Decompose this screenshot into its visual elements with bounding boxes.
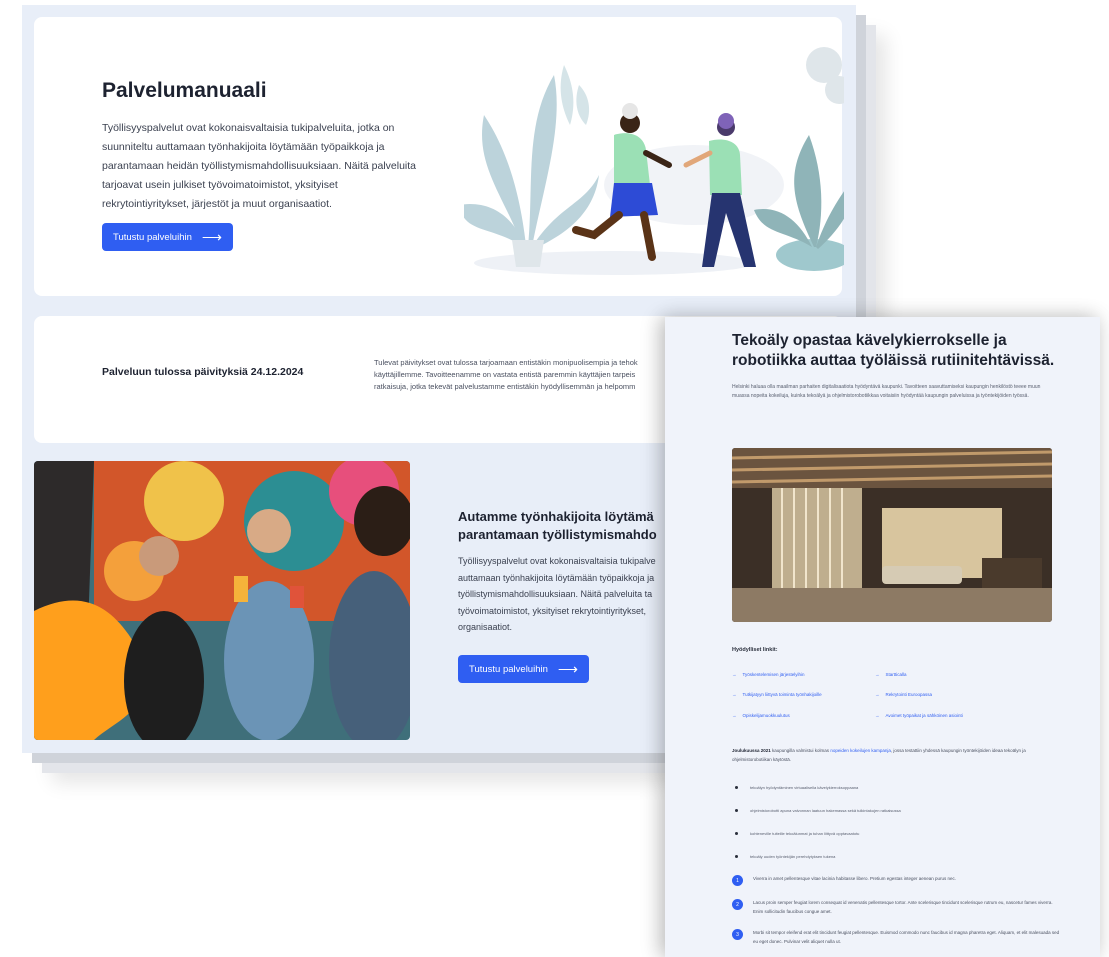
update-title: Palveluun tulossa päivityksiä 24.12.2024 <box>102 366 304 378</box>
arrow-right-icon: → <box>732 692 737 697</box>
list-item: kohteneville tuiteille tekoälunmat ja tu… <box>735 831 859 836</box>
help-section-description: Työllisyyspalvelut ovat kokonaisvaltaisi… <box>458 556 656 632</box>
article-page-screenshot: Tekoäly opastaa kävelykierrokselle ja ro… <box>665 317 1100 957</box>
arrow-right-icon: → <box>732 672 737 677</box>
article-title: Tekoäly opastaa kävelykierrokselle ja ro… <box>732 332 1055 369</box>
article-paragraph: Joulukuussa 2021 kaupungilla valmistui k… <box>732 748 1026 762</box>
hero-title: Palvelumanuaali <box>102 79 267 102</box>
list-item: ohjelmistorobotti apuna valvonnan laatuu… <box>735 808 901 813</box>
list-item: tekoäly uuden työntekijän perehdytyksen … <box>735 854 835 859</box>
arrow-right-icon: → <box>875 692 880 697</box>
list-item: tekoälyn hyödyntäminen virtuaalisella kä… <box>735 785 858 790</box>
numbered-item: 1 Viverra in amet pellentesque vitae laci… <box>732 875 1062 886</box>
update-description: Tulevat päivitykset ovat tulossa tarjoam… <box>374 358 638 391</box>
arrow-right-icon: ⟶ <box>201 229 222 245</box>
office-photo <box>732 448 1052 622</box>
link-open-positions[interactable]: → Avoimet työpaikat ja sähköinen asiointi <box>875 713 963 718</box>
hero-card: Palvelumanuaali Työllisyyspalvelut ovat … <box>34 17 844 296</box>
link-startticalla[interactable]: → Startticalla <box>875 672 907 677</box>
people-greeting-illustration <box>464 47 844 275</box>
arrow-right-icon: → <box>875 713 880 718</box>
arrow-right-icon: → <box>875 672 880 677</box>
hero-description: Työllisyyspalvelut ovat kokonaisvaltaisi… <box>102 122 417 210</box>
link-employment-arrangements[interactable]: → Työskentelemisen järjestelyihin <box>732 672 805 677</box>
numbered-item: 2 Lacus proin semper feugiat lorem conseq… <box>732 899 1062 916</box>
campaign-link[interactable]: nopeiden kokeilujen kampanja <box>830 748 891 753</box>
useful-links-heading: Hyödylliset linkit: <box>732 647 778 653</box>
numbered-item: 3 Morbi sit tempor eleifend erat elit tin… <box>732 929 1062 946</box>
group-photo <box>34 461 410 740</box>
explore-services-button-2[interactable]: Tutustu palveluihin ⟶ <box>458 655 589 683</box>
arrow-right-icon: → <box>732 713 737 718</box>
arrow-right-icon: ⟶ <box>557 661 578 677</box>
link-recruitment-europe[interactable]: → Rekrytointi Euroopassa <box>875 692 932 697</box>
explore-services-button[interactable]: Tutustu palveluihin ⟶ <box>102 223 233 251</box>
help-section-title: Autamme työnhakijoita löytämä parantamaa… <box>458 509 657 542</box>
article-intro: Helsinki haluaa olla maailman parhaiten … <box>732 384 1041 399</box>
link-student-training[interactable]: → Opiskelijamuokkuulutus <box>732 713 790 718</box>
link-research-activities[interactable]: → Tutkijatyyn liittyvä toiminta työnhakij… <box>732 692 822 697</box>
